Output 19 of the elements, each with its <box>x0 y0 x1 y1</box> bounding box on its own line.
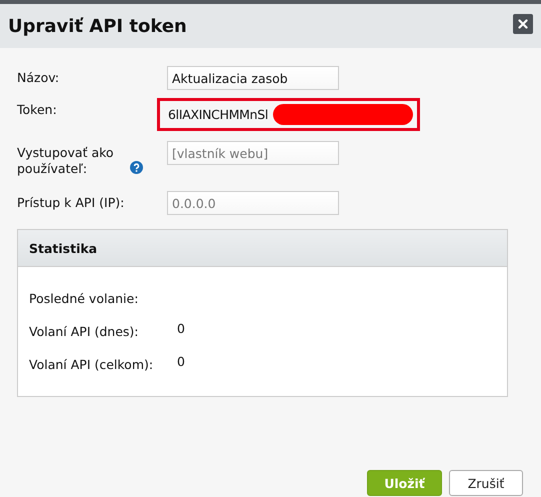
field-label: Vystupovať ako používateľ: <box>17 145 115 177</box>
dialog-title: Upraviť API token <box>8 16 187 36</box>
stat-value: 0 <box>177 354 185 369</box>
token-value: 6lIAXINCHMMnSl <box>168 107 268 122</box>
panel-title: Statistika <box>29 240 98 256</box>
stat-value: 0 <box>177 321 185 336</box>
input-field[interactable]: [vlastník webu] <box>167 141 339 165</box>
stat-label: Volaní API (dnes): <box>29 324 140 339</box>
close-icon <box>518 19 528 29</box>
input-field[interactable]: 0.0.0.0 <box>167 191 339 215</box>
field-label: Prístup k API (IP): <box>17 195 124 211</box>
field-label: Názov: <box>17 70 60 86</box>
close-button[interactable] <box>513 14 533 34</box>
input-field[interactable]: Aktualizacia zasob <box>167 66 339 90</box>
help-icon[interactable] <box>130 161 143 174</box>
stat-label: Posledné volanie: <box>29 291 140 306</box>
stat-label: Volaní API (celkom): <box>29 357 154 372</box>
cancel-button[interactable]: Zrušiť <box>449 470 523 496</box>
field-label: Token: <box>17 102 57 118</box>
